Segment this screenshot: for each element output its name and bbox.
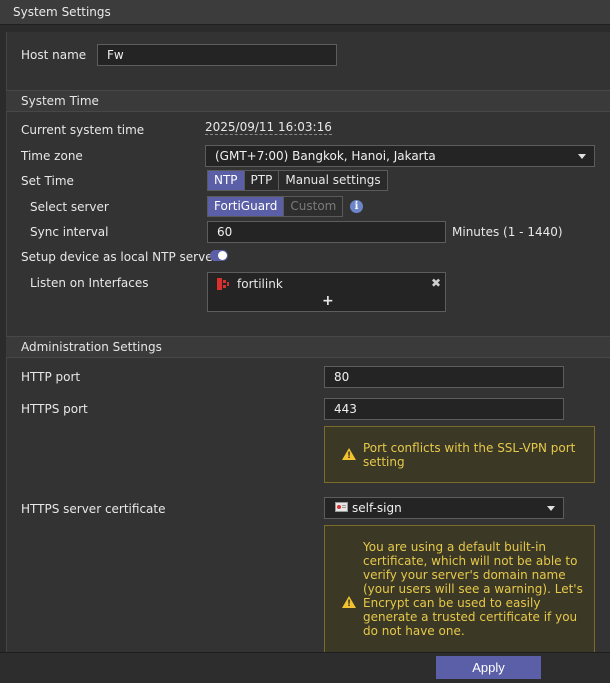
set-time-label: Set Time <box>21 174 74 188</box>
http-port-label: HTTP port <box>21 370 81 384</box>
set-time-ntp[interactable]: NTP <box>208 171 245 190</box>
certificate-warning-text: You are using a default built-in certifi… <box>363 540 583 638</box>
certificate-warning: You are using a default built-in certifi… <box>324 525 595 652</box>
https-cert-value: self-sign <box>352 501 402 515</box>
admin-settings-heading: Administration Settings <box>6 336 610 358</box>
close-icon[interactable]: ✖ <box>431 276 441 290</box>
interface-tag-label: fortilink <box>237 277 283 291</box>
server-custom[interactable]: Custom <box>284 197 343 216</box>
server-toggle: FortiGuard Custom <box>207 196 344 217</box>
listen-interfaces-box[interactable]: fortilink ✖ + <box>207 272 446 312</box>
certificate-icon <box>335 502 348 512</box>
host-name-label: Host name <box>21 48 87 62</box>
https-cert-label: HTTPS server certificate <box>21 502 166 516</box>
chevron-down-icon <box>578 154 586 159</box>
warning-icon <box>342 596 356 611</box>
current-time-value[interactable]: 2025/09/11 16:03:16 <box>205 120 332 135</box>
timezone-select[interactable]: (GMT+7:00) Bangkok, Hanoi, Jakarta <box>205 145 595 167</box>
local-ntp-toggle[interactable] <box>210 250 228 261</box>
set-time-manual[interactable]: Manual settings <box>279 171 387 190</box>
add-icon[interactable]: + <box>322 293 334 309</box>
host-name-input[interactable]: Fw <box>97 44 337 66</box>
https-port-label: HTTPS port <box>21 402 88 416</box>
window-title: System Settings <box>0 0 610 25</box>
set-time-toggle: NTP PTP Manual settings <box>207 170 388 191</box>
sync-interval-label: Sync interval <box>30 225 109 239</box>
info-icon[interactable]: i <box>350 200 363 213</box>
local-ntp-label: Setup device as local NTP server <box>21 250 218 264</box>
https-port-input[interactable]: 443 <box>324 398 564 420</box>
fortilink-icon <box>217 278 229 290</box>
apply-button[interactable]: Apply <box>436 656 541 679</box>
sync-interval-input[interactable]: 60 <box>207 221 446 243</box>
set-time-ptp[interactable]: PTP <box>244 171 280 190</box>
timezone-value: (GMT+7:00) Bangkok, Hanoi, Jakarta <box>215 149 436 163</box>
sync-interval-hint: Minutes (1 - 1440) <box>452 225 563 239</box>
warning-icon <box>342 448 356 463</box>
current-time-label: Current system time <box>21 123 145 137</box>
port-conflict-warning: Port conflicts with the SSL-VPN port set… <box>324 426 595 483</box>
http-port-input[interactable]: 80 <box>324 366 564 388</box>
port-conflict-text: Port conflicts with the SSL-VPN port set… <box>363 441 576 469</box>
server-fortiguard[interactable]: FortiGuard <box>208 197 285 216</box>
listen-interfaces-label: Listen on Interfaces <box>30 276 149 290</box>
chevron-down-icon <box>547 506 555 511</box>
select-server-label: Select server <box>30 200 109 214</box>
system-time-heading: System Time <box>6 90 610 112</box>
https-cert-select[interactable]: self-sign <box>324 497 564 519</box>
timezone-label: Time zone <box>21 149 83 163</box>
